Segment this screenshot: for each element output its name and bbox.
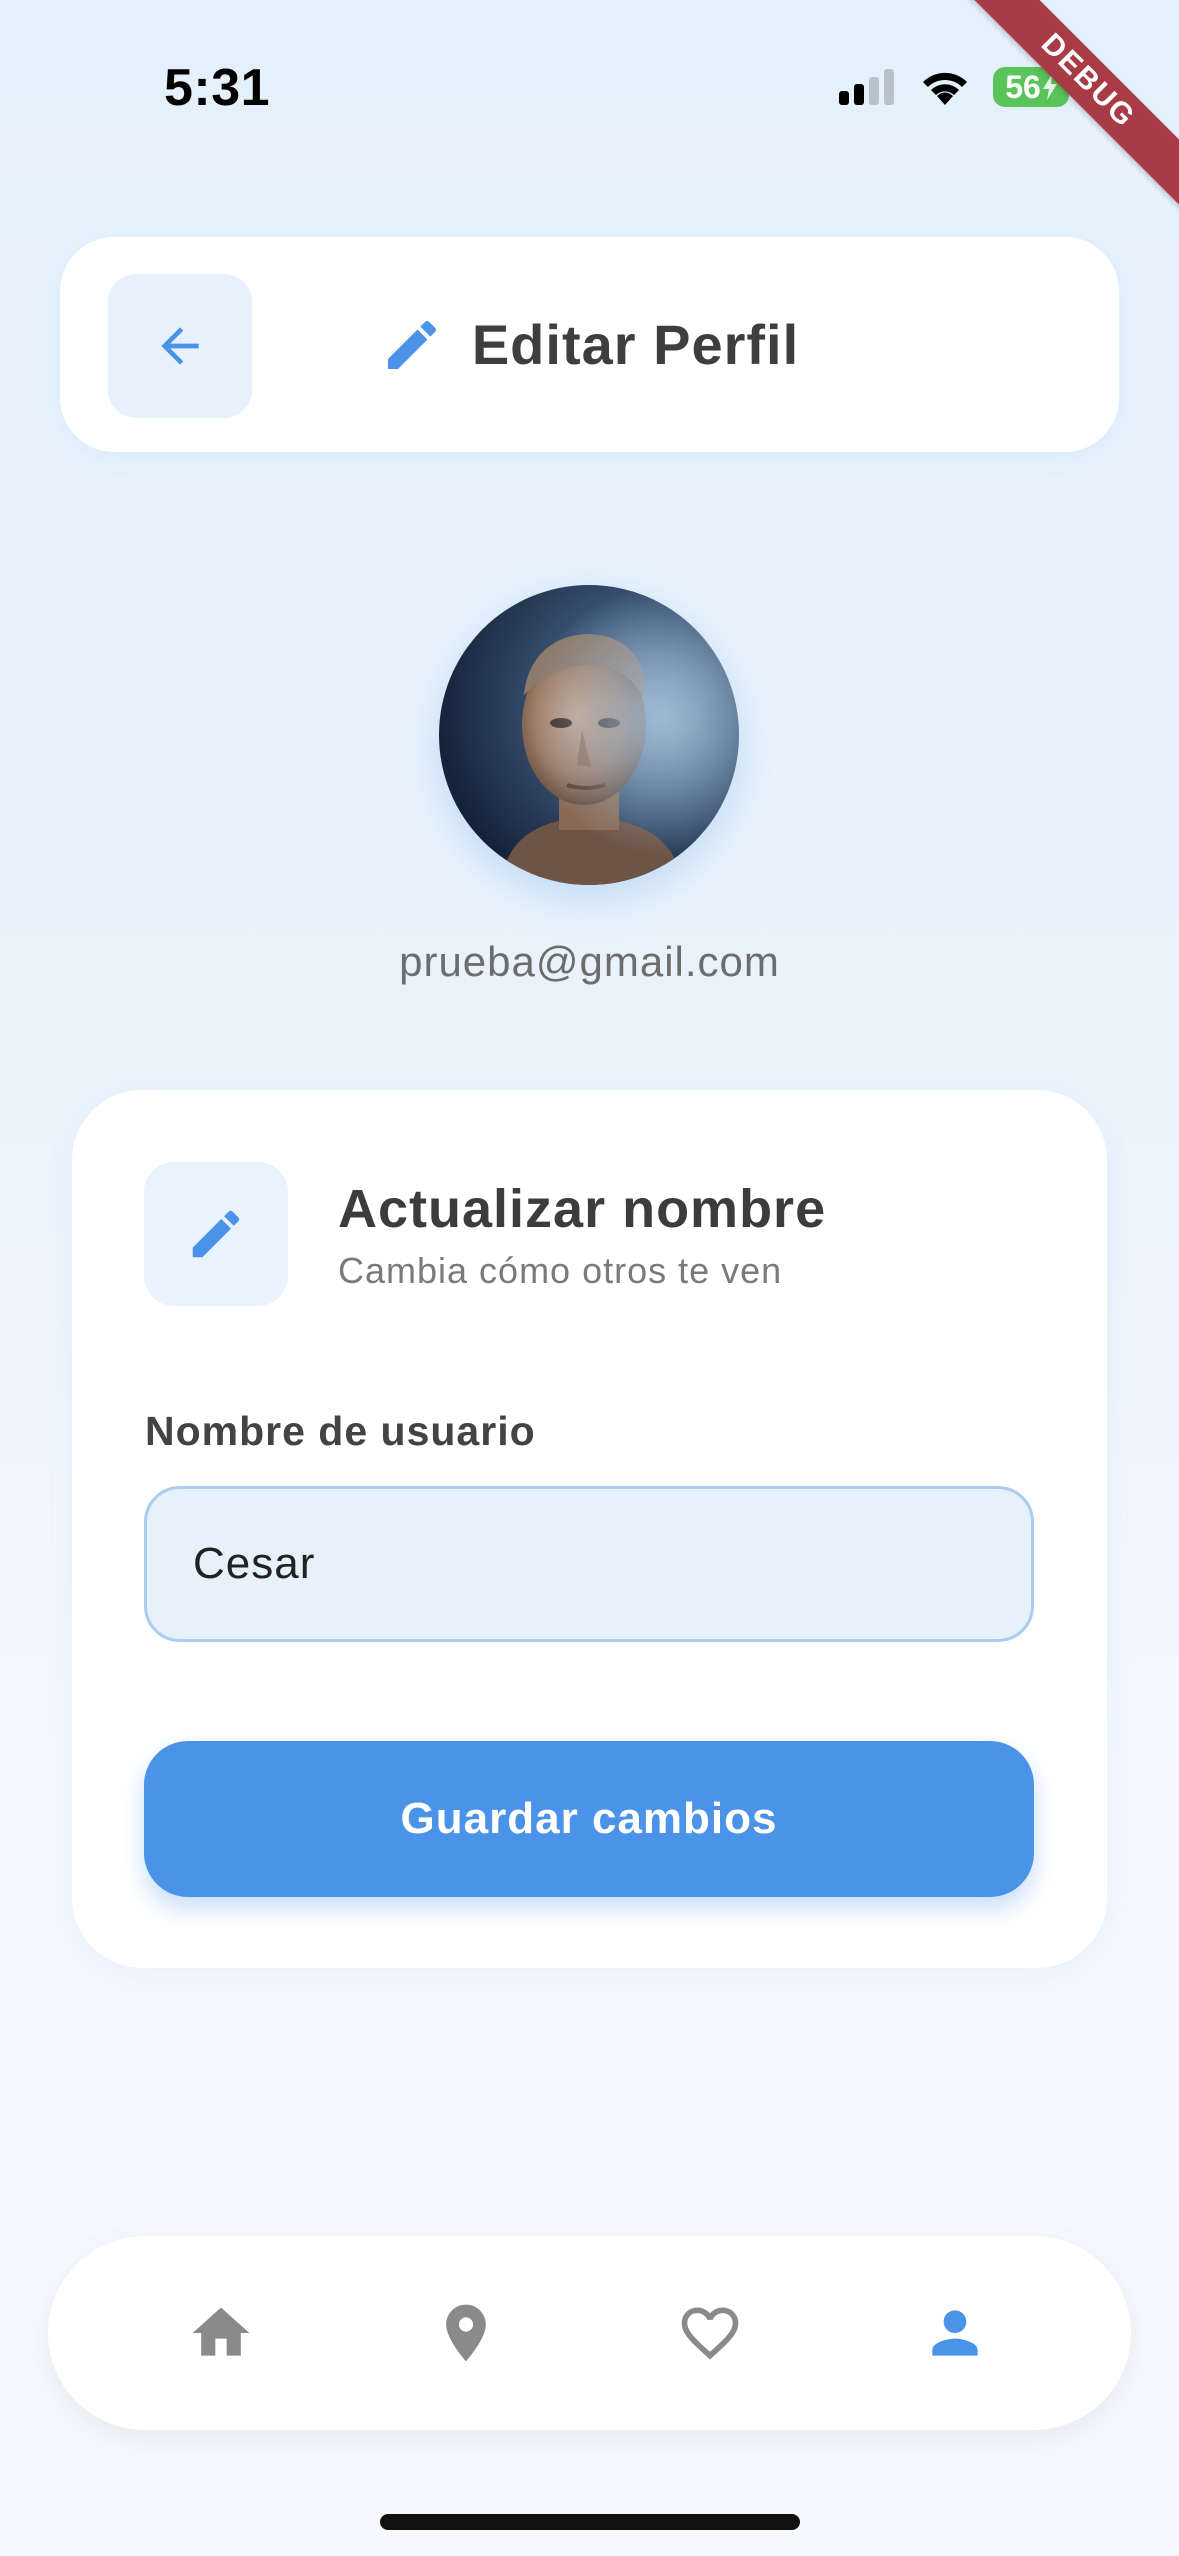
username-input[interactable] bbox=[144, 1486, 1034, 1642]
page-title: Editar Perfil bbox=[471, 313, 800, 376]
back-button[interactable] bbox=[108, 274, 252, 418]
edit-pencil-icon bbox=[387, 320, 436, 369]
card-subtitle: Cambia cómo otros te ven bbox=[338, 1250, 783, 1291]
location-pin-icon bbox=[446, 2304, 486, 2362]
avatar-photo bbox=[439, 585, 739, 885]
heart-outline-icon bbox=[681, 2307, 739, 2360]
home-indicator[interactable] bbox=[380, 2514, 800, 2530]
card-title: Actualizar nombre bbox=[338, 1179, 827, 1239]
debug-banner-label: DEBUG bbox=[955, 0, 1179, 214]
update-name-card: Actualizar nombre Cambia cómo otros te v… bbox=[72, 1090, 1107, 1968]
bottom-navigation bbox=[48, 2236, 1131, 2430]
card-icon-box bbox=[144, 1162, 288, 1306]
debug-banner: DEBUG bbox=[919, 0, 1179, 260]
nav-item-location[interactable] bbox=[416, 2283, 516, 2383]
profile-email: prueba@gmail.com bbox=[399, 938, 780, 985]
status-time: 5:31 bbox=[164, 59, 271, 117]
header-card: Editar Perfil bbox=[60, 237, 1119, 452]
nav-item-favorites[interactable] bbox=[660, 2283, 760, 2383]
username-label: Nombre de usuario bbox=[145, 1408, 536, 1454]
arrow-back-icon bbox=[161, 327, 199, 365]
save-changes-button[interactable]: Guardar cambios bbox=[144, 1741, 1034, 1897]
edit-pencil-icon bbox=[192, 1210, 240, 1258]
nav-item-home[interactable] bbox=[171, 2283, 271, 2383]
nav-item-profile[interactable] bbox=[905, 2283, 1005, 2383]
person-icon bbox=[932, 2310, 978, 2356]
home-icon bbox=[192, 2307, 250, 2356]
profile-avatar[interactable] bbox=[439, 585, 739, 885]
cellular-signal-icon bbox=[839, 69, 894, 105]
